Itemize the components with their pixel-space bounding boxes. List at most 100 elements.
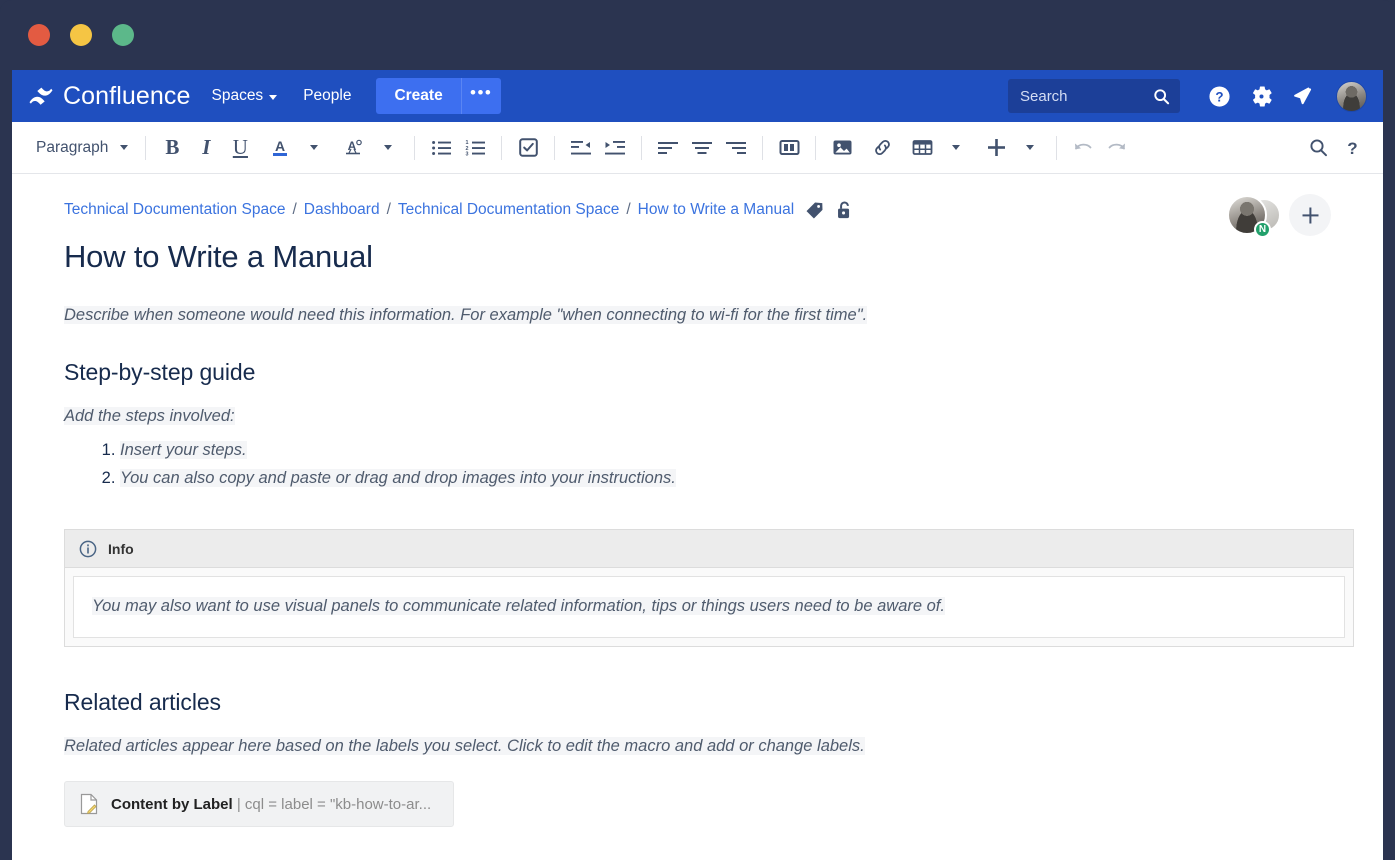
- breadcrumb-item-space-2[interactable]: Technical Documentation Space: [398, 201, 619, 219]
- chevron-down-icon: [952, 145, 960, 150]
- intro-paragraph[interactable]: Describe when someone would need this in…: [64, 303, 1331, 329]
- chevron-down-icon: [269, 95, 277, 100]
- redo-icon: [1106, 139, 1128, 157]
- create-button-group: Create •••: [376, 78, 500, 114]
- chevron-down-icon: [120, 145, 128, 150]
- step-note-paragraph[interactable]: Add the steps involved:: [64, 404, 1331, 430]
- underline-icon: U: [233, 135, 248, 160]
- notification-bell-icon[interactable]: [1284, 77, 1322, 115]
- insert-more-button[interactable]: [979, 131, 1013, 165]
- app-window: Confluence Spaces People Create ••• Sear…: [0, 0, 1395, 860]
- page-layout-button[interactable]: [772, 131, 806, 165]
- breadcrumb-item-page[interactable]: How to Write a Manual: [638, 201, 795, 219]
- content-by-label-macro[interactable]: Content by Label | cql = label = "kb-how…: [64, 781, 454, 827]
- user-avatar[interactable]: [1336, 81, 1367, 112]
- breadcrumb-item-space[interactable]: Technical Documentation Space: [64, 201, 285, 219]
- text-highlight-button[interactable]: A: [337, 131, 371, 165]
- bold-button[interactable]: B: [155, 131, 189, 165]
- collaborators-area: N: [1227, 194, 1331, 236]
- page-document-icon: [79, 793, 99, 815]
- toolbar-divider: [414, 136, 415, 160]
- confluence-logo[interactable]: Confluence: [22, 82, 198, 111]
- editor-help-button[interactable]: ?: [1335, 131, 1369, 165]
- numbered-list-icon: 1 2 3: [465, 139, 486, 157]
- undo-button[interactable]: [1066, 131, 1100, 165]
- toolbar-divider: [815, 136, 816, 160]
- underline-button[interactable]: U: [223, 131, 257, 165]
- svg-text:3: 3: [465, 151, 468, 157]
- window-maximize-button[interactable]: [112, 24, 134, 46]
- window-close-button[interactable]: [28, 24, 50, 46]
- link-icon: [872, 138, 893, 157]
- nav-item-spaces[interactable]: Spaces: [198, 79, 290, 113]
- toolbar-divider: [641, 136, 642, 160]
- highlight-icon: A: [343, 137, 365, 159]
- nav-item-people[interactable]: People: [290, 79, 364, 113]
- text-color-button[interactable]: A: [263, 131, 297, 165]
- macro-name: Content by Label: [111, 796, 233, 813]
- breadcrumb-separator: /: [626, 201, 630, 219]
- info-macro-title: Info: [108, 541, 134, 557]
- info-macro-body[interactable]: You may also want to use visual panels t…: [73, 576, 1345, 638]
- search-input[interactable]: Search: [1008, 79, 1180, 113]
- task-list-button[interactable]: [511, 131, 545, 165]
- breadcrumb-item-dashboard[interactable]: Dashboard: [304, 201, 380, 219]
- breadcrumb-separator: /: [387, 201, 391, 219]
- toolbar-divider: [554, 136, 555, 160]
- bullet-list-icon: [431, 139, 452, 157]
- redo-button[interactable]: [1100, 131, 1134, 165]
- toolbar-divider: [1056, 136, 1057, 160]
- help-icon[interactable]: ?: [1200, 77, 1238, 115]
- ellipsis-icon: •••: [470, 83, 492, 103]
- window-titlebar: [0, 0, 1395, 70]
- list-item[interactable]: Insert your steps.: [120, 437, 1331, 463]
- window-minimize-button[interactable]: [70, 24, 92, 46]
- add-collaborator-button[interactable]: [1289, 194, 1331, 236]
- search-icon: [1309, 138, 1328, 157]
- nav-item-people-label: People: [303, 87, 351, 105]
- label-tag-icon[interactable]: [805, 201, 824, 220]
- toolbar-divider: [762, 136, 763, 160]
- insert-more-dropdown[interactable]: [1013, 131, 1047, 165]
- navbar-right-group: Search ?: [1008, 77, 1383, 115]
- page-title[interactable]: How to Write a Manual: [64, 238, 1331, 275]
- chevron-down-icon: [1026, 145, 1034, 150]
- section-heading-related-articles[interactable]: Related articles: [64, 689, 1331, 716]
- outdent-button[interactable]: [564, 131, 598, 165]
- info-macro-panel[interactable]: Info You may also want to use visual pan…: [64, 529, 1354, 647]
- intro-placeholder-text: Describe when someone would need this in…: [64, 306, 867, 324]
- section-heading-step-by-step[interactable]: Step-by-step guide: [64, 359, 1331, 386]
- find-replace-button[interactable]: [1301, 131, 1335, 165]
- chevron-down-icon: [310, 145, 318, 150]
- align-right-button[interactable]: [719, 131, 753, 165]
- create-button[interactable]: Create: [376, 78, 460, 114]
- text-highlight-dropdown[interactable]: [371, 131, 405, 165]
- toolbar-divider: [145, 136, 146, 160]
- chevron-down-icon: [384, 145, 392, 150]
- italic-button[interactable]: I: [189, 131, 223, 165]
- text-color-dropdown[interactable]: [297, 131, 331, 165]
- question-mark-icon: ?: [1343, 138, 1362, 158]
- undo-icon: [1072, 139, 1094, 157]
- align-center-button[interactable]: [685, 131, 719, 165]
- gear-icon[interactable]: [1242, 77, 1280, 115]
- insert-table-button[interactable]: [905, 131, 939, 165]
- info-macro-header[interactable]: Info: [65, 530, 1353, 568]
- editor-page: Technical Documentation Space / Dashboar…: [12, 174, 1383, 860]
- align-left-button[interactable]: [651, 131, 685, 165]
- insert-table-dropdown[interactable]: [939, 131, 973, 165]
- presence-badge: N: [1254, 221, 1271, 238]
- window-traffic-lights: [28, 24, 134, 46]
- svg-text:?: ?: [1215, 89, 1223, 104]
- create-more-button[interactable]: •••: [461, 78, 501, 114]
- insert-image-button[interactable]: [825, 131, 859, 165]
- paragraph-style-dropdown[interactable]: Paragraph: [26, 131, 136, 165]
- unlocked-padlock-icon[interactable]: [835, 200, 854, 220]
- list-item[interactable]: You can also copy and paste or drag and …: [120, 465, 1331, 491]
- bullet-list-button[interactable]: [424, 131, 458, 165]
- insert-link-button[interactable]: [865, 131, 899, 165]
- numbered-list-button[interactable]: 1 2 3: [458, 131, 492, 165]
- indent-button[interactable]: [598, 131, 632, 165]
- related-note-paragraph[interactable]: Related articles appear here based on th…: [64, 734, 1331, 760]
- nav-item-spaces-label: Spaces: [211, 87, 263, 105]
